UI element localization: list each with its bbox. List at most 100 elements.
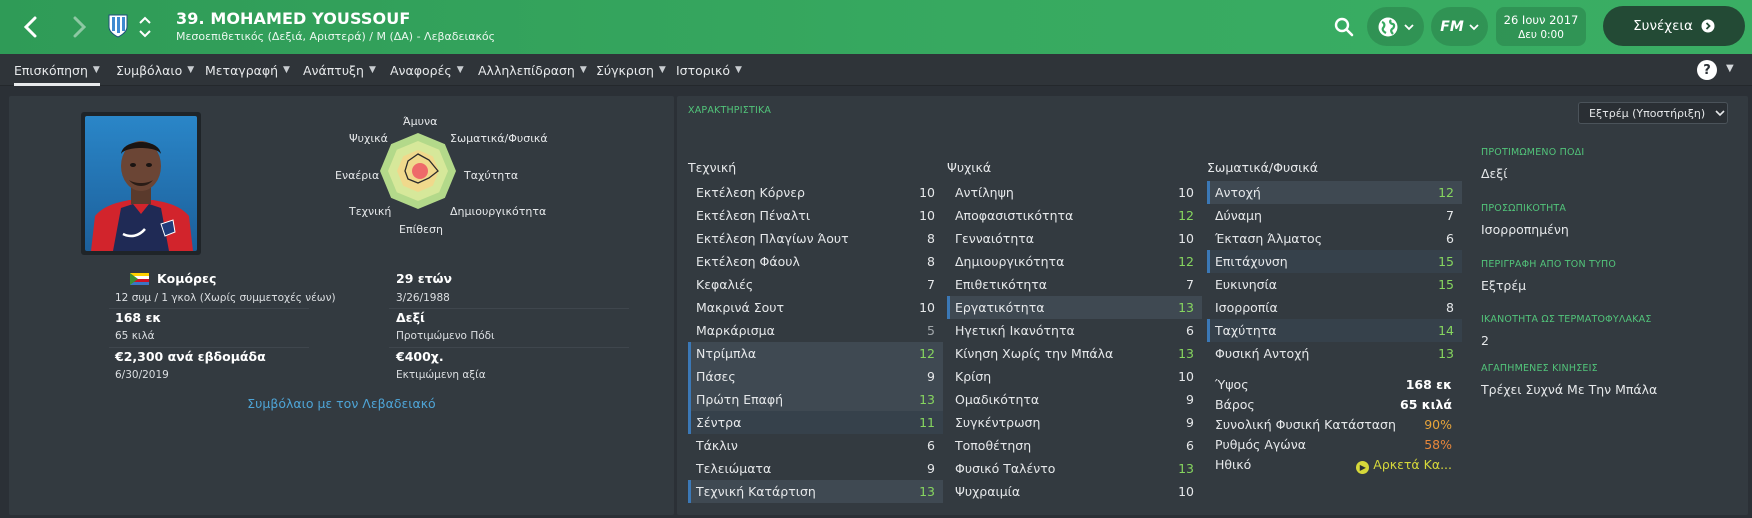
attribute-row[interactable]: Ταχύτητα 14 — [1207, 319, 1462, 342]
attribute-value: 13 — [1178, 300, 1194, 315]
attribute-row[interactable]: Εργατικότητα 13 — [947, 296, 1202, 319]
attribute-row[interactable]: Εκτέλεση Κόρνερ 10 — [688, 181, 943, 204]
attribute-name: Κεφαλιές — [696, 277, 754, 292]
arrow-right-circle-icon — [1701, 19, 1715, 33]
attribute-row[interactable]: Κεφαλιές 7 — [688, 273, 943, 296]
chevron-down-icon: ▼ — [187, 65, 195, 75]
attribute-row[interactable]: Κρίση 10 — [947, 365, 1202, 388]
radar-core — [412, 163, 428, 179]
tab-reports[interactable]: Αναφορές ▼ — [390, 54, 464, 86]
tab-contract[interactable]: Συμβόλαιο ▼ — [116, 54, 194, 86]
help-button[interactable]: ? — [1697, 60, 1717, 80]
attribute-row[interactable]: Αποφασιστικότητα 12 — [947, 204, 1202, 227]
attribute-value: 12 — [919, 346, 935, 361]
attributes-panel: ΧΑΡΑΚΤΗΡΙΣΤΙΚΑ Εξτρέμ (Υποστήριξη) Τεχνι… — [677, 96, 1748, 515]
attribute-row[interactable]: Ομαδικότητα 9 — [947, 388, 1202, 411]
attribute-row[interactable]: Κίνηση Χωρίς την Μπάλα 13 — [947, 342, 1202, 365]
attribute-name: Συγκέντρωση — [955, 415, 1041, 430]
attribute-radar: Άμυνα Σωματικά/Φυσικά Ταχύτητα Δημιουργι… — [335, 114, 616, 254]
attribute-row[interactable]: Σέντρα 11 — [688, 411, 943, 434]
fm-menu-button[interactable]: FM — [1431, 7, 1488, 46]
attribute-row[interactable]: Δύναμη 7 — [1207, 204, 1462, 227]
radar-label-physical: Σωματικά/Φυσικά — [450, 132, 548, 145]
physical-detail-value[interactable]: ▶ Αρκετά Κα... — [1356, 457, 1452, 474]
attribute-row[interactable]: Πάσες 9 — [688, 365, 943, 388]
date-text: 26 Ιουν 2017 — [1503, 13, 1579, 27]
tab-development[interactable]: Ανάπτυξη ▼ — [303, 54, 376, 86]
back-button[interactable] — [14, 10, 48, 44]
attribute-name: Έκταση Άλματος — [1215, 231, 1323, 246]
world-menu-button[interactable] — [1367, 7, 1424, 46]
attribute-name: Επιτάχυνση — [1215, 254, 1288, 269]
international-caps: 12 συμ / 1 γκολ (Χωρίς συμμετοχές νέων) — [115, 292, 336, 304]
tab-overview[interactable]: Επισκόπηση ▼ — [14, 54, 100, 86]
player-profile-screen: 39. MOHAMED YOUSSOUF Μεσοεπιθετικός (Δεξ… — [0, 0, 1752, 518]
attribute-row[interactable]: Ισορροπία 8 — [1207, 296, 1462, 319]
attribute-row[interactable]: Φυσικό Ταλέντο 13 — [947, 457, 1202, 480]
attribute-name: Εκτέλεση Φάουλ — [696, 254, 800, 269]
attribute-value: 12 — [1178, 208, 1194, 223]
attribute-row[interactable]: Τεχνική Κατάρτιση 13 — [688, 480, 943, 503]
tab-comparison[interactable]: Σύγκριση ▼ — [596, 54, 666, 86]
detail-value: Εξτρέμ — [1481, 278, 1527, 293]
physical-detail-value: 168 εκ — [1405, 377, 1452, 392]
radar-label-aerial: Εναέρια — [335, 169, 380, 182]
attribute-name: Εργατικότητα — [955, 300, 1045, 315]
chevron-down-icon[interactable]: ▼ — [1726, 63, 1734, 74]
player-value-label: Εκτιμώμενη αξία — [396, 369, 486, 381]
attribute-row[interactable]: Τάκλιν 6 — [688, 434, 943, 457]
attribute-value: 12 — [1438, 185, 1454, 200]
chevron-left-icon — [23, 16, 37, 38]
chevron-down-icon: ▼ — [283, 65, 290, 75]
search-button[interactable] — [1330, 13, 1358, 41]
attribute-row[interactable]: Πρώτη Επαφή 13 — [688, 388, 943, 411]
attribute-value: 13 — [1178, 346, 1194, 361]
attribute-value: 9 — [1186, 392, 1194, 407]
physical-detail-row: Ηθικό ▶ Αρκετά Κα... — [1207, 457, 1462, 479]
attribute-row[interactable]: Αντίληψη 10 — [947, 181, 1202, 204]
attribute-row[interactable]: Γενναιότητα 10 — [947, 227, 1202, 250]
chevron-down-icon — [1469, 23, 1479, 30]
attribute-name: Γενναιότητα — [955, 231, 1035, 246]
tab-transfer[interactable]: Μεταγραφή ▼ — [205, 54, 290, 86]
detail-value: Τρέχει Συχνά Με Την Μπάλα — [1481, 382, 1658, 397]
tab-history[interactable]: Ιστορικό ▼ — [676, 54, 742, 86]
attribute-row[interactable]: Εκτέλεση Φάουλ 8 — [688, 250, 943, 273]
fm-logo: FM — [1440, 18, 1464, 35]
forward-button[interactable] — [62, 10, 96, 44]
attribute-row[interactable]: Φυσική Αντοχή 13 — [1207, 342, 1462, 365]
attribute-row[interactable]: Εκτέλεση Πλαγίων Άουτ 8 — [688, 227, 943, 250]
attribute-row[interactable]: Ευκινησία 15 — [1207, 273, 1462, 296]
attribute-row[interactable]: Αντοχή 12 — [1207, 181, 1462, 204]
continue-label: Συνέχεια — [1633, 18, 1693, 34]
attribute-value: 6 — [1186, 438, 1194, 453]
attribute-row[interactable]: Ψυχραιμία 10 — [947, 480, 1202, 503]
role-select[interactable]: Εξτρέμ (Υποστήριξη) — [1578, 102, 1728, 124]
attribute-row[interactable]: Συγκέντρωση 9 — [947, 411, 1202, 434]
chevron-down-icon: ▼ — [579, 65, 587, 75]
player-profile-panel: Άμυνα Σωματικά/Φυσικά Ταχύτητα Δημιουργι… — [9, 96, 674, 515]
attribute-row[interactable]: Επιθετικότητα 7 — [947, 273, 1202, 296]
attribute-value: 10 — [919, 185, 935, 200]
preferred-foot-label: Προτιμώμενο Πόδι — [396, 330, 495, 342]
attribute-row[interactable]: Επιτάχυνση 15 — [1207, 250, 1462, 273]
attribute-row[interactable]: Τελειώματα 9 — [688, 457, 943, 480]
tab-interaction[interactable]: Αλληλεπίδραση ▼ — [478, 54, 587, 86]
player-pager-icon[interactable] — [137, 14, 153, 40]
continue-button[interactable]: Συνέχεια — [1603, 6, 1745, 46]
game-date[interactable]: 26 Ιουν 2017 Δευ 0:00 — [1496, 7, 1586, 46]
chevron-down-icon — [1404, 23, 1414, 30]
attribute-row[interactable]: Δημιουργικότητα 12 — [947, 250, 1202, 273]
attribute-row[interactable]: Μαρκάρισμα 5 — [688, 319, 943, 342]
nationality[interactable]: Κομόρες — [130, 271, 216, 286]
attribute-value: 7 — [1446, 208, 1454, 223]
attribute-row[interactable]: Μακρινά Σουτ 10 — [688, 296, 943, 319]
contract-link[interactable]: Συμβόλαιο με τον Λεβαδειακό — [9, 396, 674, 411]
attribute-row[interactable]: Ντρίμπλα 12 — [688, 342, 943, 365]
attribute-row[interactable]: Εκτέλεση Πέναλτι 10 — [688, 204, 943, 227]
attribute-row[interactable]: Ηγετική Ικανότητα 6 — [947, 319, 1202, 342]
physical-detail-row: Ρυθμός Αγώνα 58% — [1207, 437, 1462, 459]
attribute-row[interactable]: Τοποθέτηση 6 — [947, 434, 1202, 457]
attribute-row[interactable]: Έκταση Άλματος 6 — [1207, 227, 1462, 250]
attribute-name: Δημιουργικότητα — [955, 254, 1065, 269]
